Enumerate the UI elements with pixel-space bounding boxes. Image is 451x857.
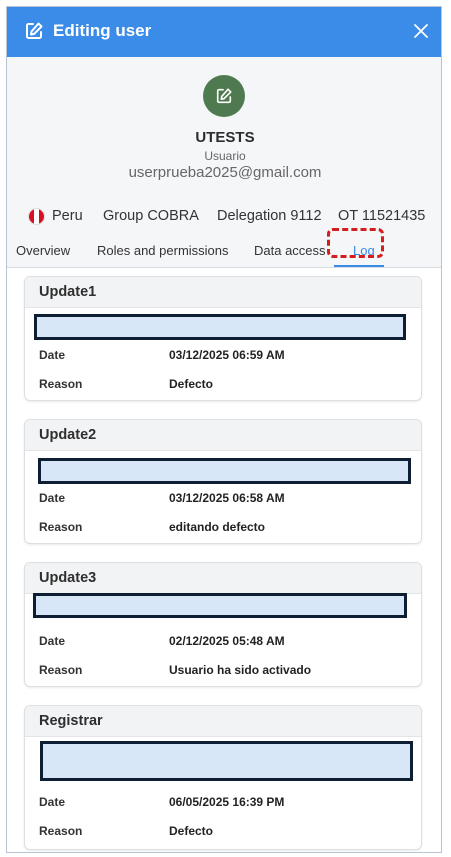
log-entry-header: Update1 <box>25 277 421 308</box>
redacted-field <box>33 593 407 618</box>
log-entry-title: Update3 <box>39 570 97 586</box>
date-label: Date <box>39 491 66 505</box>
date-label: Date <box>39 795 66 809</box>
log-entry-reason: editando defecto <box>169 520 266 534</box>
reason-label: Reason <box>39 663 83 677</box>
log-entry-card: Update1 Date 03/12/2025 06:59 AM Reason … <box>24 276 422 401</box>
reason-label: Reason <box>39 377 83 391</box>
user-profile: UTESTS Usuario userprueba2025@gmail.com … <box>7 57 441 267</box>
log-entry-date: 03/12/2025 06:59 AM <box>169 348 285 362</box>
panel-title: Editing user <box>53 21 152 40</box>
tab-bar: Overview Roles and permissions Data acce… <box>7 235 441 267</box>
user-email: userprueba2025@gmail.com <box>128 164 322 181</box>
user-group: Group COBRA <box>103 208 199 224</box>
log-entry-date: 06/05/2025 16:39 PM <box>169 795 285 809</box>
user-ot: OT 11521435 <box>338 208 426 224</box>
tab-data-access[interactable]: Data access <box>254 235 326 267</box>
log-entry-header: Registrar <box>25 706 421 737</box>
log-entry-header: Update2 <box>25 420 421 451</box>
redacted-field <box>38 458 411 484</box>
log-entry-title: Update2 <box>39 427 97 443</box>
log-entry-card: Update2 Date 03/12/2025 06:58 AM Reason … <box>24 419 422 544</box>
date-label: Date <box>39 348 66 362</box>
tab-roles-and-permissions[interactable]: Roles and permissions <box>97 235 229 267</box>
user-delegation: Delegation 9112 <box>217 208 322 224</box>
user-country: Peru <box>52 208 83 224</box>
log-entry-title: Registrar <box>39 713 103 729</box>
redacted-field <box>34 314 406 340</box>
tab-overview[interactable]: Overview <box>16 235 70 267</box>
log-entry-header: Update3 <box>25 563 421 594</box>
log-entry-reason: Defecto <box>169 824 214 838</box>
avatar <box>203 75 245 117</box>
log-entry-reason: Usuario ha sido activado <box>169 663 312 677</box>
peru-flag-icon <box>28 208 45 225</box>
user-name: UTESTS <box>195 129 255 146</box>
divider <box>7 267 441 268</box>
close-icon[interactable] <box>411 21 431 41</box>
log-entry-date: 03/12/2025 06:58 AM <box>169 491 285 505</box>
log-entry-card: Registrar Date 06/05/2025 16:39 PM Reaso… <box>24 705 422 850</box>
log-entry-date: 02/12/2025 05:48 AM <box>169 634 285 648</box>
edit-square-icon <box>26 22 43 39</box>
reason-label: Reason <box>39 824 83 838</box>
log-entry-reason: Defecto <box>169 377 214 391</box>
redacted-field <box>40 741 413 781</box>
edit-square-icon <box>216 88 232 104</box>
log-entry-card: Update3 Date 02/12/2025 05:48 AM Reason … <box>24 562 422 687</box>
panel-header: Editing user <box>7 7 441 57</box>
edit-user-panel: Editing user UTESTS Usuario userprueba20… <box>6 6 442 853</box>
reason-label: Reason <box>39 520 83 534</box>
tab-log[interactable]: Log <box>353 235 375 267</box>
user-role: Usuario <box>204 149 246 163</box>
date-label: Date <box>39 634 66 648</box>
log-entry-title: Update1 <box>39 284 97 300</box>
